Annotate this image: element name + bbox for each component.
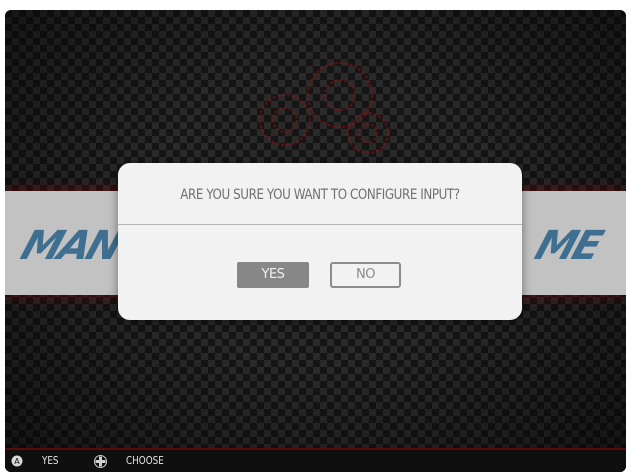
- screen: MAN ME ARE YOU SURE YOU WANT TO CONFIGUR…: [5, 10, 626, 472]
- dpad-icon: [94, 455, 107, 468]
- a-button-icon: A: [11, 455, 23, 467]
- svg-text:A: A: [14, 457, 20, 466]
- mame-logo-left: MAN: [15, 223, 126, 269]
- yes-button[interactable]: YES: [237, 262, 309, 288]
- help-label-yes: YES: [42, 454, 59, 467]
- dialog-message: ARE YOU SURE YOU WANT TO CONFIGURE INPUT…: [180, 187, 460, 203]
- help-bar: A YES CHOOSE: [5, 450, 626, 472]
- gears-icon: [259, 62, 389, 154]
- dialog-divider: [118, 224, 522, 225]
- help-label-choose: CHOOSE: [126, 454, 164, 467]
- confirm-dialog: ARE YOU SURE YOU WANT TO CONFIGURE INPUT…: [118, 163, 522, 320]
- mame-logo-right: ME: [529, 223, 606, 269]
- no-button[interactable]: NO: [330, 262, 401, 288]
